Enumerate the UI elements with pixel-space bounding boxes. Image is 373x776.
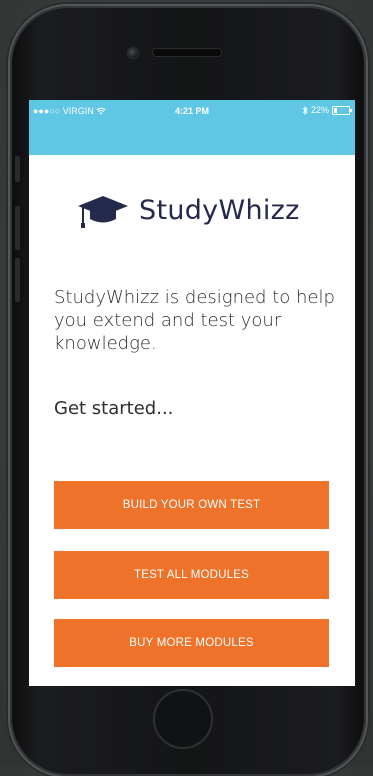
earpiece-speaker [152,48,222,57]
test-all-modules-button[interactable]: TEST ALL MODULES [54,551,329,599]
bluetooth-icon [302,105,308,115]
build-your-own-test-button[interactable]: BUILD YOUR OWN TEST [54,481,329,529]
app-name: StudyWhizz [139,194,300,226]
app-logo: StudyWhizz [77,190,300,230]
volume-down-button [15,258,20,302]
buy-more-modules-button[interactable]: BUY MORE MODULES [54,619,329,667]
mute-switch [15,156,20,182]
front-camera [127,47,139,59]
battery-percentage: 22% [310,105,329,115]
app-screen: ●●●○○ VIRGIN 4:21 PM 22% StudyWhizz Stud… [29,100,355,686]
status-right: 22% [302,105,352,115]
intro-text: StudyWhizz is designed to help you exten… [54,287,335,354]
get-started-heading: Get started... [54,398,174,419]
status-bar: ●●●○○ VIRGIN 4:21 PM 22% [29,100,355,155]
graduation-cap-icon [78,196,128,228]
battery-icon [332,105,352,115]
home-button[interactable] [153,689,213,749]
volume-up-button [15,206,20,250]
